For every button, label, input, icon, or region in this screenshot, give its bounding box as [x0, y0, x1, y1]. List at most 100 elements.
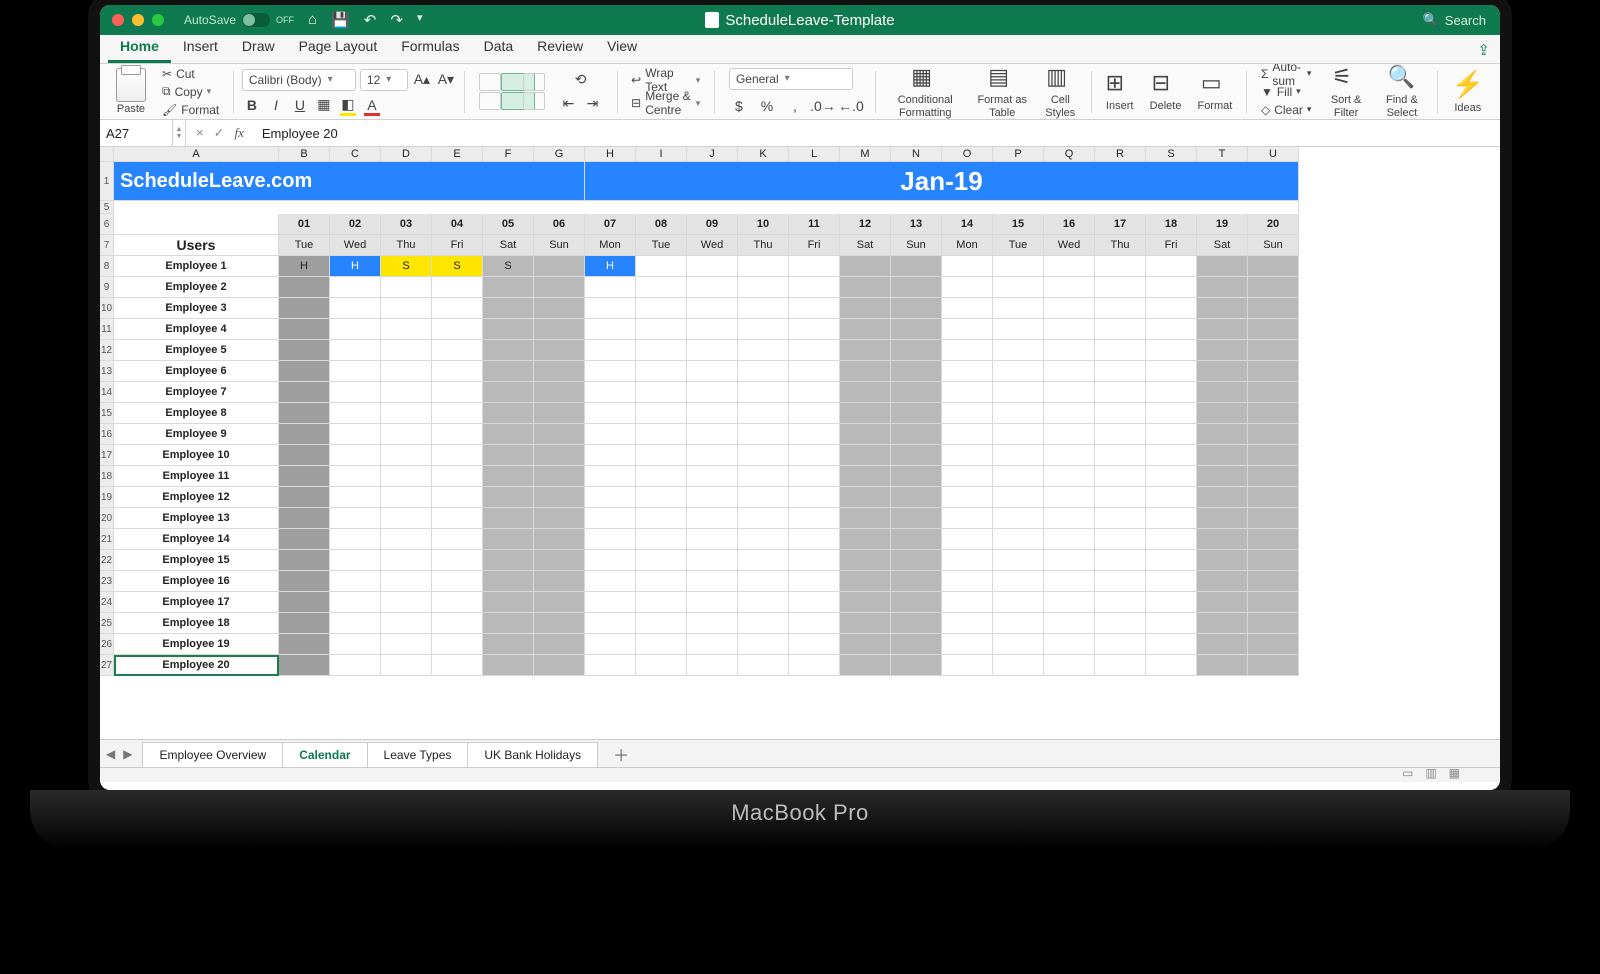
leave-cell[interactable] — [279, 571, 330, 592]
leave-cell[interactable] — [636, 403, 687, 424]
leave-cell[interactable] — [840, 319, 891, 340]
leave-cell[interactable] — [636, 277, 687, 298]
leave-cell[interactable] — [942, 298, 993, 319]
row-header[interactable]: 21 — [100, 529, 114, 550]
leave-cell[interactable] — [1248, 319, 1299, 340]
leave-cell[interactable] — [636, 655, 687, 676]
leave-cell[interactable] — [1044, 256, 1095, 277]
leave-cell[interactable] — [636, 634, 687, 655]
normal-view-icon[interactable]: ▭ — [1402, 766, 1413, 780]
menu-tab-page-layout[interactable]: Page Layout — [287, 32, 390, 63]
leave-cell[interactable] — [1095, 613, 1146, 634]
leave-cell[interactable] — [789, 319, 840, 340]
leave-cell[interactable] — [993, 487, 1044, 508]
leave-cell[interactable] — [891, 340, 942, 361]
row-header[interactable]: 16 — [100, 424, 114, 445]
leave-cell[interactable] — [891, 508, 942, 529]
comma-button[interactable]: , — [785, 96, 805, 116]
leave-cell[interactable] — [483, 655, 534, 676]
leave-cell[interactable] — [330, 277, 381, 298]
leave-cell[interactable] — [840, 487, 891, 508]
leave-cell[interactable] — [483, 382, 534, 403]
leave-cell[interactable] — [636, 298, 687, 319]
leave-cell[interactable] — [1197, 550, 1248, 571]
leave-cell[interactable] — [636, 613, 687, 634]
leave-cell[interactable] — [636, 550, 687, 571]
leave-cell[interactable] — [1146, 340, 1197, 361]
row-header[interactable]: 24 — [100, 592, 114, 613]
row-header[interactable]: 13 — [100, 361, 114, 382]
leave-cell[interactable] — [483, 571, 534, 592]
employee-name[interactable]: Employee 17 — [114, 592, 279, 613]
leave-cell[interactable] — [534, 256, 585, 277]
leave-cell[interactable] — [636, 340, 687, 361]
leave-cell[interactable] — [1197, 445, 1248, 466]
leave-cell[interactable] — [534, 550, 585, 571]
leave-cell[interactable] — [1197, 403, 1248, 424]
leave-cell[interactable] — [1095, 382, 1146, 403]
leave-cell[interactable] — [840, 613, 891, 634]
format-painter-button[interactable]: 🖌Format — [162, 101, 219, 118]
col-header-R[interactable]: R — [1095, 147, 1146, 162]
decrease-font-icon[interactable]: A▾ — [436, 70, 456, 90]
menu-tab-insert[interactable]: Insert — [171, 32, 230, 63]
leave-cell[interactable] — [1044, 340, 1095, 361]
insert-cells-button[interactable]: ⊞Insert — [1100, 70, 1140, 112]
leave-cell[interactable] — [789, 613, 840, 634]
col-header-E[interactable]: E — [432, 147, 483, 162]
leave-cell[interactable] — [687, 298, 738, 319]
employee-name[interactable]: Employee 3 — [114, 298, 279, 319]
row-header[interactable]: 5 — [100, 201, 114, 214]
leave-cell[interactable]: H — [585, 256, 636, 277]
number-format-select[interactable]: General▾ — [729, 68, 853, 90]
leave-cell[interactable] — [1197, 613, 1248, 634]
leave-cell[interactable] — [687, 634, 738, 655]
leave-cell[interactable] — [1146, 319, 1197, 340]
leave-cell[interactable] — [534, 298, 585, 319]
page-break-view-icon[interactable]: ▦ — [1449, 766, 1460, 780]
leave-cell[interactable] — [942, 655, 993, 676]
leave-cell[interactable] — [942, 445, 993, 466]
leave-cell[interactable] — [1146, 613, 1197, 634]
leave-cell[interactable] — [534, 487, 585, 508]
leave-cell[interactable] — [1248, 571, 1299, 592]
leave-cell[interactable] — [330, 403, 381, 424]
leave-cell[interactable] — [279, 319, 330, 340]
leave-cell[interactable] — [432, 508, 483, 529]
leave-cell[interactable] — [1095, 298, 1146, 319]
leave-cell[interactable] — [432, 319, 483, 340]
leave-cell[interactable] — [1095, 403, 1146, 424]
leave-cell[interactable] — [432, 340, 483, 361]
leave-cell[interactable]: H — [330, 256, 381, 277]
fill-color-button[interactable]: ◧ — [338, 95, 358, 115]
leave-cell[interactable] — [483, 424, 534, 445]
leave-cell[interactable] — [687, 571, 738, 592]
leave-cell[interactable] — [1197, 571, 1248, 592]
leave-cell[interactable] — [381, 298, 432, 319]
leave-cell[interactable] — [789, 382, 840, 403]
leave-cell[interactable] — [840, 382, 891, 403]
leave-cell[interactable] — [534, 277, 585, 298]
cell-styles-button[interactable]: ▥Cell Styles — [1038, 64, 1083, 118]
leave-cell[interactable] — [1044, 382, 1095, 403]
row-header[interactable]: 8 — [100, 256, 114, 277]
leave-cell[interactable] — [279, 298, 330, 319]
leave-cell[interactable] — [1095, 424, 1146, 445]
leave-cell[interactable] — [585, 466, 636, 487]
leave-cell[interactable] — [483, 298, 534, 319]
leave-cell[interactable] — [585, 319, 636, 340]
leave-cell[interactable] — [942, 613, 993, 634]
leave-cell[interactable] — [483, 550, 534, 571]
leave-cell[interactable] — [687, 361, 738, 382]
decrease-decimal-button[interactable]: ←.0 — [841, 96, 861, 116]
leave-cell[interactable] — [993, 445, 1044, 466]
leave-cell[interactable] — [1197, 340, 1248, 361]
leave-cell[interactable] — [1146, 382, 1197, 403]
leave-cell[interactable] — [891, 298, 942, 319]
leave-cell[interactable] — [534, 382, 585, 403]
leave-cell[interactable] — [993, 298, 1044, 319]
leave-cell[interactable] — [942, 382, 993, 403]
leave-cell[interactable] — [687, 445, 738, 466]
employee-name[interactable]: Employee 6 — [114, 361, 279, 382]
leave-cell[interactable] — [381, 445, 432, 466]
